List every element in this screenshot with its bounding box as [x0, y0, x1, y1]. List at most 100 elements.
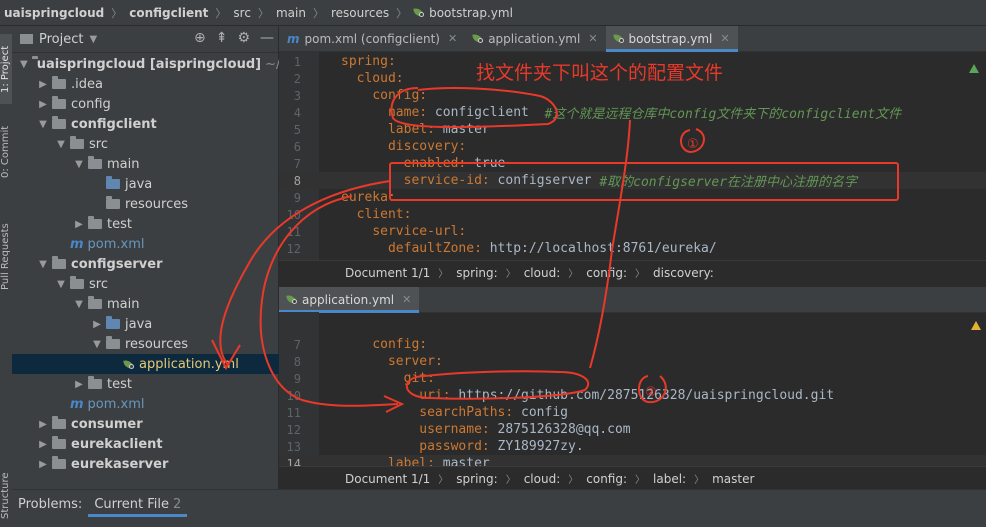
structure-crumb[interactable]: cloud:: [524, 266, 561, 280]
tree-item[interactable]: m pom.xml: [12, 394, 310, 414]
breadcrumb-item[interactable]: src: [233, 6, 251, 20]
chevron-down-icon[interactable]: ▼: [38, 119, 48, 130]
code-line[interactable]: 4 name: configclient #这个就是远程仓库中config文件夹…: [279, 104, 986, 122]
code-line[interactable]: 9 eureka:: [279, 189, 986, 206]
structure-tool-tab[interactable]: Structure: [0, 466, 12, 526]
code-line[interactable]: 10 client:: [279, 206, 986, 223]
tree-item-label: main: [107, 296, 140, 312]
breadcrumb-item[interactable]: resources: [331, 6, 389, 20]
breadcrumb-item[interactable]: configclient: [129, 6, 208, 20]
tree-item[interactable]: ▶ eurekaserver: [12, 454, 292, 474]
structure-crumb[interactable]: config:: [586, 266, 627, 280]
tree-item[interactable]: ▼ src: [12, 274, 310, 294]
chevron-down-icon[interactable]: ▼: [74, 159, 84, 170]
editor-tab[interactable]: bootstrap.yml ✕: [605, 26, 738, 52]
breadcrumb-item[interactable]: main: [276, 6, 306, 20]
collapse-all-icon[interactable]: ⇞: [216, 30, 228, 46]
code-line[interactable]: 6 discovery:: [279, 138, 986, 155]
close-icon[interactable]: ✕: [720, 32, 729, 45]
code-line[interactable]: 8 server:: [279, 353, 986, 370]
code-line[interactable]: 12 username: 2875126328@qq.com: [279, 421, 986, 438]
folder-icon: [52, 76, 66, 89]
structure-crumb[interactable]: Document 1/1: [345, 266, 430, 280]
chevron-down-icon[interactable]: ▼: [74, 299, 84, 310]
folder-icon: [88, 156, 102, 169]
code-line[interactable]: 3 config:: [279, 87, 986, 104]
warning-icon[interactable]: [971, 321, 981, 330]
tree-item[interactable]: ▼ configserver: [12, 254, 292, 274]
code-line[interactable]: 7 config:: [279, 336, 986, 353]
code-line[interactable]: 10 uri: https://github.com/2875126328/ua…: [279, 387, 986, 404]
hide-panel-icon[interactable]: —: [260, 30, 274, 46]
breadcrumb-label: resources: [330, 5, 390, 20]
structure-crumb[interactable]: config:: [586, 472, 627, 486]
close-icon[interactable]: ✕: [588, 32, 597, 45]
structure-crumb[interactable]: master: [712, 472, 754, 486]
tree-item[interactable]: ▶ .idea: [12, 74, 292, 94]
locate-file-icon[interactable]: ⊕: [194, 30, 206, 46]
code-line[interactable]: 5 label: master: [279, 121, 986, 138]
tree-item[interactable]: ▶ consumer: [12, 414, 292, 434]
chevron-down-icon[interactable]: ▼: [92, 339, 102, 350]
chevron-down-icon[interactable]: ▼: [89, 34, 97, 45]
close-icon[interactable]: ✕: [402, 293, 411, 306]
pull-requests-tool-tab[interactable]: Pull Requests: [0, 212, 12, 302]
editor-tab-label: bootstrap.yml: [628, 31, 713, 46]
chevron-right-icon[interactable]: ▶: [38, 419, 48, 430]
code-line[interactable]: 2 cloud:: [279, 70, 986, 87]
commit-tool-tab[interactable]: 0: Commit: [0, 116, 12, 188]
tab-current-file[interactable]: Current File 2: [88, 492, 188, 517]
chevron-right-icon[interactable]: ▶: [38, 439, 48, 450]
code-line[interactable]: 12 defaultZone: http://localhost:8761/eu…: [279, 240, 986, 257]
project-view-selector[interactable]: Project: [39, 32, 83, 47]
problems-label[interactable]: Problems:: [12, 497, 88, 512]
tree-item[interactable]: ▼ configclient: [12, 114, 292, 134]
chevron-right-icon[interactable]: ▶: [38, 79, 48, 90]
bootstrap-yml-code[interactable]: 1 spring:2 cloud:3 config:4 name: configc…: [279, 52, 986, 260]
chevron-down-icon[interactable]: ▼: [56, 139, 66, 150]
structure-crumb[interactable]: spring:: [456, 472, 497, 486]
tree-item[interactable]: ▶ config: [12, 94, 292, 114]
chevron-right-icon[interactable]: ▶: [38, 99, 48, 110]
line-number: 5: [293, 122, 301, 137]
chevron-right-icon[interactable]: ▶: [92, 319, 102, 330]
breadcrumb-separator-icon: 〉: [312, 6, 324, 20]
structure-crumb[interactable]: spring:: [456, 266, 497, 280]
chevron-down-icon[interactable]: ▼: [38, 259, 48, 270]
chevron-down-icon[interactable]: ▼: [56, 279, 66, 290]
tab-application-yml-split[interactable]: application.yml ✕: [279, 287, 420, 313]
code-line[interactable]: 11 service-url:: [279, 223, 986, 240]
project-tool-tab[interactable]: 1: Project: [0, 34, 12, 104]
code-line[interactable]: 8 service-id: configserver #取的configserv…: [279, 172, 986, 190]
tree-item[interactable]: ▼ uaispringcloud [aispringcloud] ~/I: [12, 54, 284, 74]
chevron-right-icon[interactable]: ▶: [74, 379, 84, 390]
close-icon[interactable]: ✕: [448, 32, 457, 45]
tree-item[interactable]: m pom.xml: [12, 234, 310, 254]
code-line[interactable]: 1 spring:: [279, 53, 986, 70]
structure-crumb[interactable]: discovery:: [653, 266, 714, 280]
breadcrumb-item[interactable]: bootstrap.yml: [414, 6, 513, 20]
code-line[interactable]: 9 git:: [279, 370, 986, 387]
editor-tab[interactable]: application.yml ✕: [465, 26, 605, 51]
chevron-down-icon[interactable]: ▼: [20, 59, 28, 70]
tree-item[interactable]: ▶ eurekaclient: [12, 434, 292, 454]
tree-item-label: test: [107, 376, 132, 392]
navigation-breadcrumb: uaispringcloud 〉 configclient 〉 src 〉 main 〉 res…: [0, 0, 986, 26]
editor-tab[interactable]: m pom.xml (configclient) ✕: [279, 26, 465, 51]
gear-icon[interactable]: ⚙: [237, 30, 250, 46]
tree-item[interactable]: ▼ src: [12, 134, 310, 154]
code-line[interactable]: 13 password: ZY189927zy.: [279, 438, 986, 455]
structure-crumb[interactable]: Document 1/1: [345, 472, 430, 486]
breadcrumb-item[interactable]: uaispringcloud: [4, 6, 104, 20]
code-line[interactable]: 11 searchPaths: config: [279, 404, 986, 421]
code-line[interactable]: 7 enabled: true: [279, 155, 986, 172]
structure-crumb[interactable]: cloud:: [524, 472, 561, 486]
structure-crumb[interactable]: label:: [653, 472, 686, 486]
yaml-key: uri: [419, 388, 443, 403]
chevron-right-icon[interactable]: ▶: [38, 459, 48, 470]
application-yml-code[interactable]: 7 config:8 server:9 git:10 uri: https://…: [279, 310, 986, 488]
line-number: 1: [293, 54, 301, 69]
chevron-right-icon[interactable]: ▶: [74, 219, 84, 230]
